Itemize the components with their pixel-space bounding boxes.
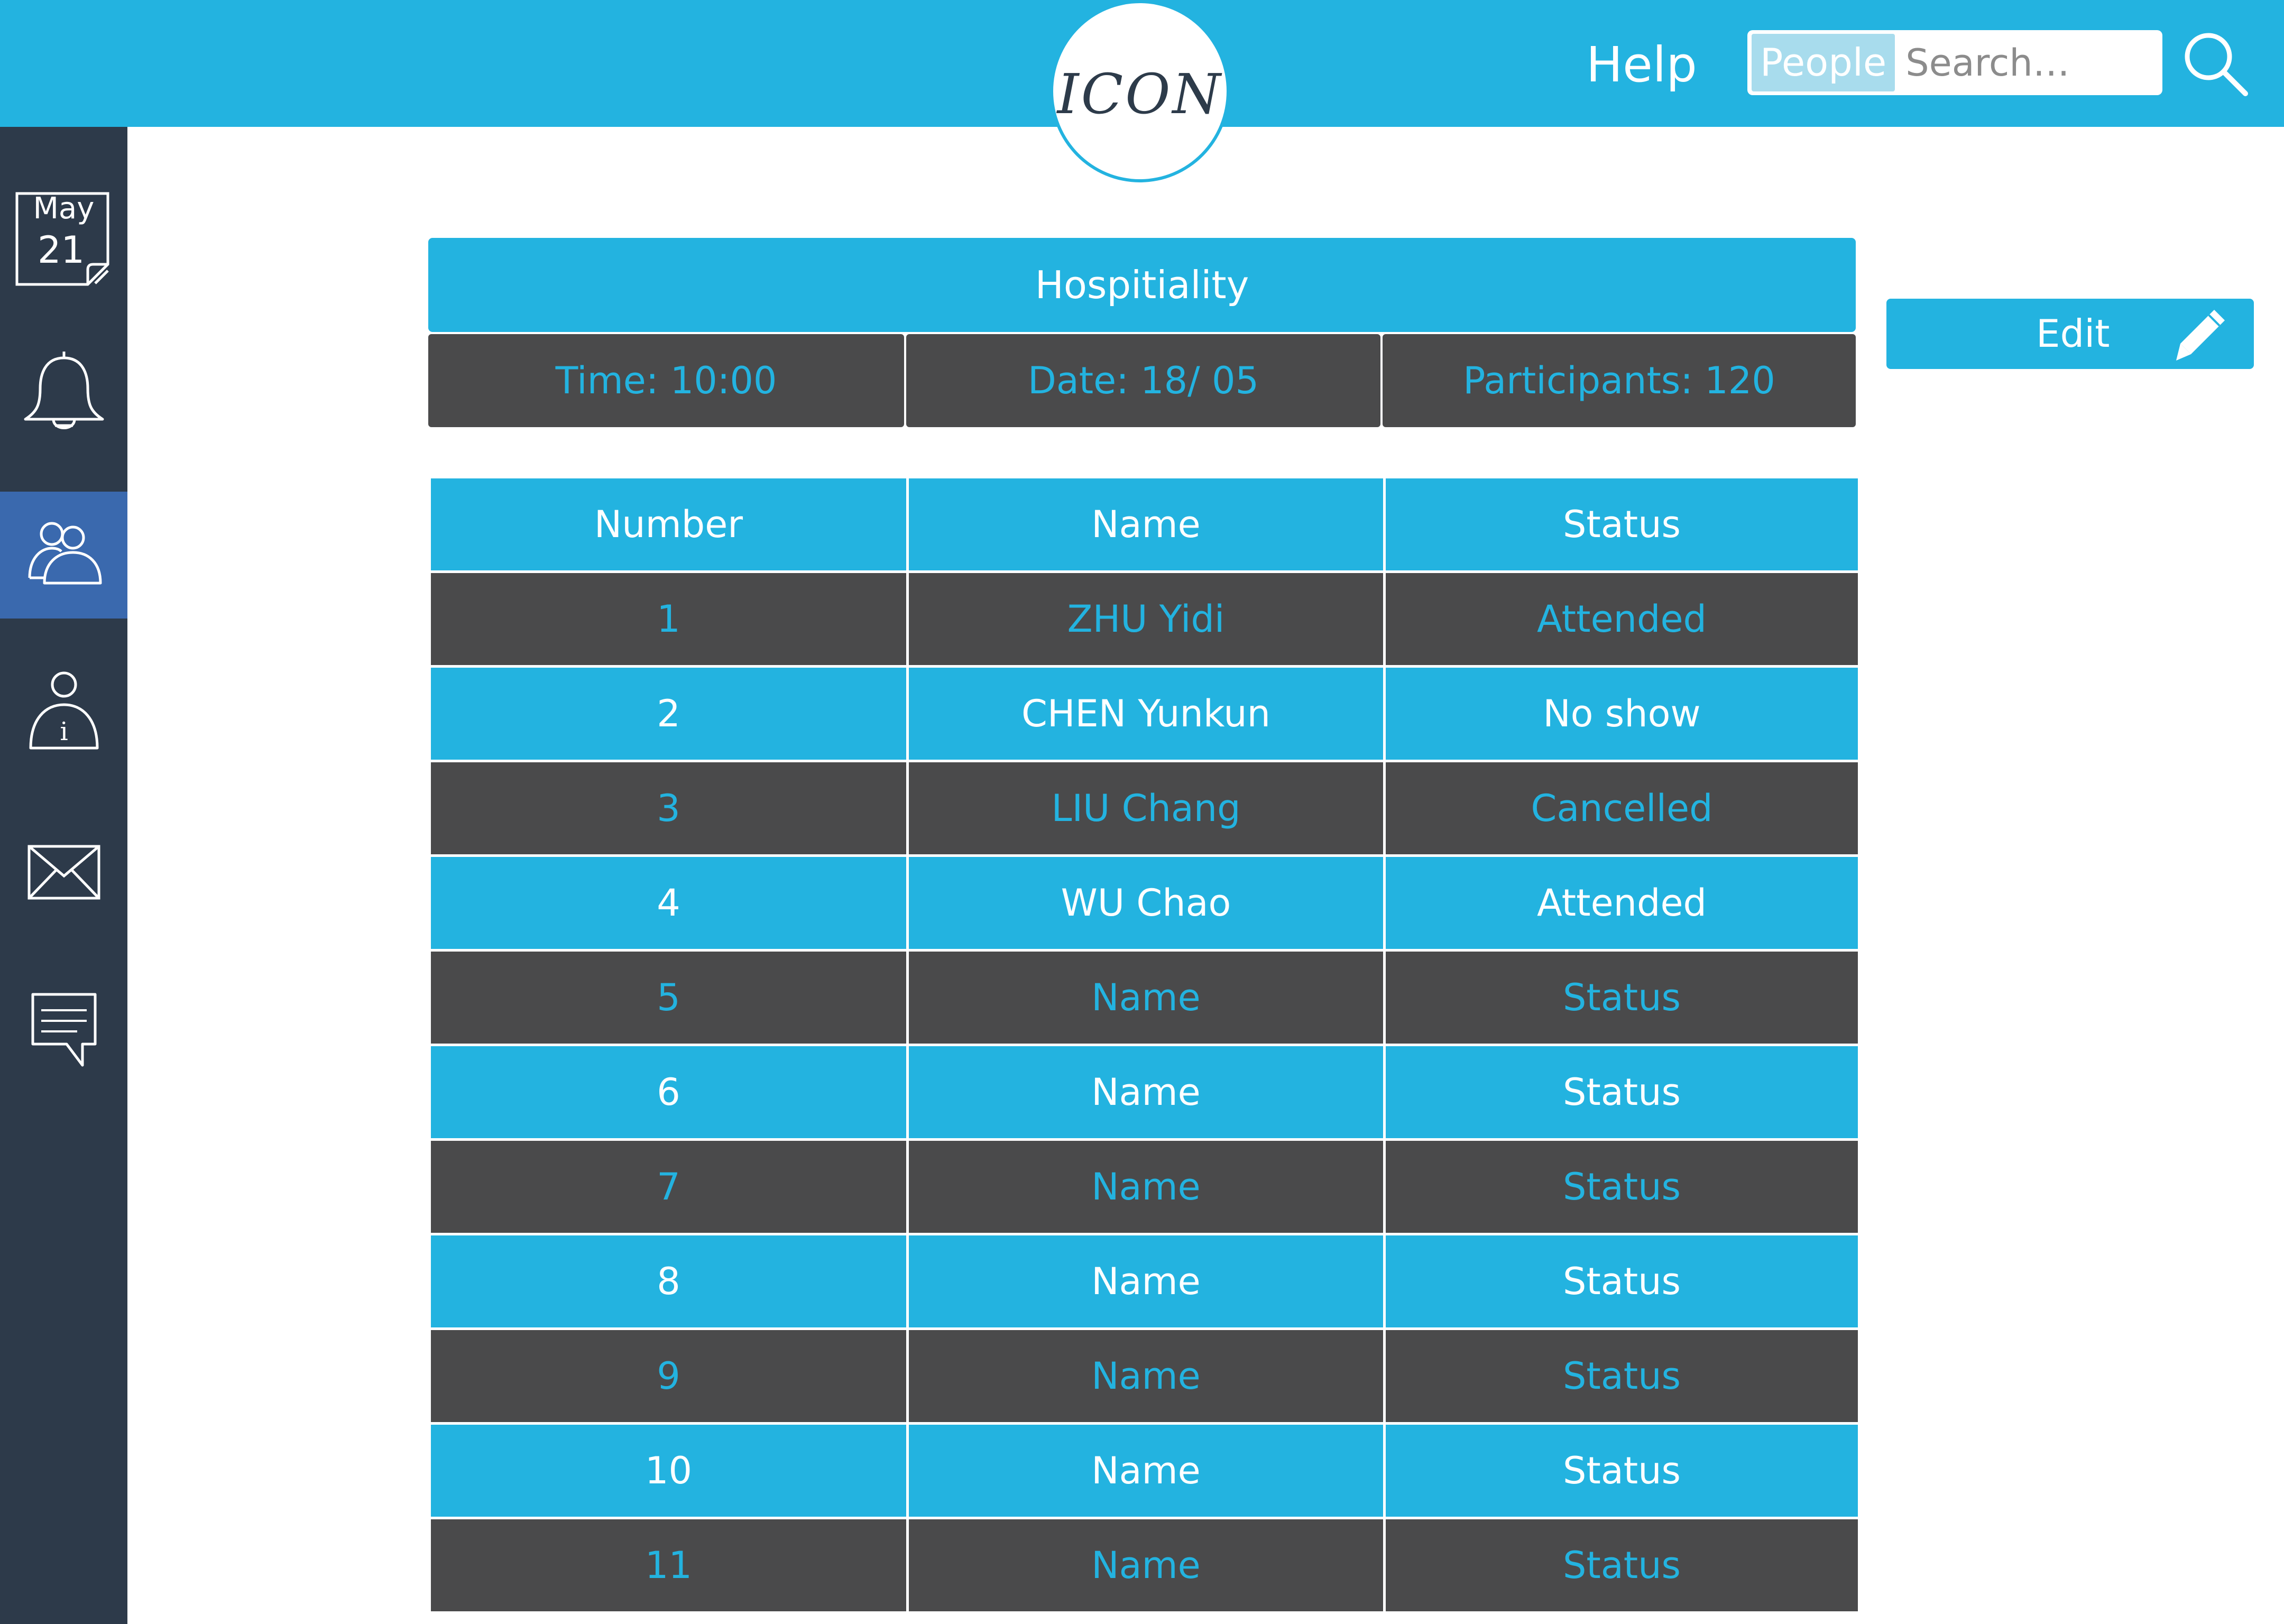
- event-title-banner: Hospitiality: [428, 238, 1856, 332]
- sidebar-item-mail[interactable]: [0, 809, 127, 936]
- row-status: Status: [1383, 1138, 1861, 1235]
- row-number: 6: [428, 1044, 909, 1141]
- logo-text: ICON: [1057, 61, 1223, 126]
- row-name: Name: [906, 1327, 1386, 1425]
- column-header-number[interactable]: Number: [428, 476, 909, 573]
- row-name: Name: [906, 1138, 1386, 1235]
- table-row[interactable]: 7 Name Status: [428, 1138, 1861, 1235]
- row-number: 10: [428, 1422, 909, 1519]
- event-title: Hospitiality: [1035, 263, 1249, 307]
- row-number: 8: [428, 1233, 909, 1330]
- event-participants: Participants: 120: [1383, 334, 1856, 427]
- help-link[interactable]: Help: [1586, 31, 1697, 99]
- person-info-icon: i: [29, 671, 98, 750]
- pencil-icon: [2176, 310, 2225, 361]
- people-icon: [28, 522, 102, 585]
- column-header-status[interactable]: Status: [1383, 476, 1861, 573]
- table-row[interactable]: 8 Name Status: [428, 1233, 1861, 1330]
- row-name: LIU Chang: [906, 760, 1386, 857]
- chat-bubble-icon: [31, 993, 96, 1067]
- sidebar-item-messages[interactable]: [0, 967, 127, 1094]
- participants-table: Number Name Status 1 ZHU Yidi Attended 2…: [428, 476, 1861, 1614]
- row-name: Name: [906, 1233, 1386, 1330]
- row-status: Attended: [1383, 854, 1861, 952]
- row-status: Cancelled: [1383, 760, 1861, 857]
- row-name: ZHU Yidi: [906, 570, 1386, 668]
- sidebar-item-calendar[interactable]: May 21: [0, 174, 127, 307]
- search-box[interactable]: People: [1747, 30, 2162, 95]
- sidebar-item-notifications[interactable]: [0, 328, 127, 455]
- search-button[interactable]: [2181, 29, 2250, 98]
- search-scope-chip[interactable]: People: [1752, 34, 1895, 91]
- row-name: Name: [906, 1517, 1386, 1614]
- row-number: 1: [428, 570, 909, 668]
- row-name: WU Chao: [906, 854, 1386, 952]
- row-status: No show: [1383, 665, 1861, 762]
- event-time: Time: 10:00: [428, 334, 904, 427]
- table-row[interactable]: 3 LIU Chang Cancelled: [428, 760, 1861, 857]
- row-number: 3: [428, 760, 909, 857]
- table-row[interactable]: 1 ZHU Yidi Attended: [428, 570, 1861, 668]
- sidebar-item-info[interactable]: i: [0, 650, 127, 777]
- row-number: 2: [428, 665, 909, 762]
- bell-icon: [24, 352, 104, 429]
- row-name: Name: [906, 1422, 1386, 1519]
- table-row[interactable]: 4 WU Chao Attended: [428, 854, 1861, 952]
- row-status: Attended: [1383, 570, 1861, 668]
- edit-button[interactable]: Edit: [1886, 299, 2254, 369]
- event-date-text: Date: 18/ 05: [1027, 359, 1259, 402]
- table-row[interactable]: 9 Name Status: [428, 1327, 1861, 1425]
- table-row[interactable]: 2 CHEN Yunkun No show: [428, 665, 1861, 762]
- row-number: 5: [428, 949, 909, 1046]
- row-status: Status: [1383, 949, 1861, 1046]
- table-header-row: Number Name Status: [428, 476, 1861, 573]
- table-row[interactable]: 5 Name Status: [428, 949, 1861, 1046]
- event-participants-text: Participants: 120: [1463, 359, 1775, 402]
- row-name: Name: [906, 1044, 1386, 1141]
- sidebar-item-people[interactable]: [0, 492, 127, 619]
- envelope-icon: [27, 845, 100, 900]
- row-status: Status: [1383, 1044, 1861, 1141]
- row-status: Status: [1383, 1422, 1861, 1519]
- row-number: 7: [428, 1138, 909, 1235]
- row-number: 11: [428, 1517, 909, 1614]
- svg-text:i: i: [60, 717, 68, 746]
- search-icon: [2185, 33, 2248, 96]
- event-time-text: Time: 10:00: [555, 359, 777, 402]
- table-row[interactable]: 10 Name Status: [428, 1422, 1861, 1519]
- logo[interactable]: ICON: [1050, 0, 1230, 182]
- row-status: Status: [1383, 1233, 1861, 1330]
- search-input[interactable]: [1904, 40, 2140, 85]
- row-status: Status: [1383, 1327, 1861, 1425]
- row-number: 9: [428, 1327, 909, 1425]
- table-row[interactable]: 6 Name Status: [428, 1044, 1861, 1141]
- row-name: Name: [906, 949, 1386, 1046]
- row-status: Status: [1383, 1517, 1861, 1614]
- column-header-name[interactable]: Name: [906, 476, 1386, 573]
- row-number: 4: [428, 854, 909, 952]
- row-name: CHEN Yunkun: [906, 665, 1386, 762]
- calendar-month: May: [33, 191, 95, 226]
- table-row[interactable]: 11 Name Status: [428, 1517, 1861, 1614]
- calendar-day: 21: [37, 228, 85, 272]
- sidebar: May 21 i: [0, 127, 127, 1624]
- event-date: Date: 18/ 05: [906, 334, 1380, 427]
- edit-label: Edit: [2036, 311, 2110, 356]
